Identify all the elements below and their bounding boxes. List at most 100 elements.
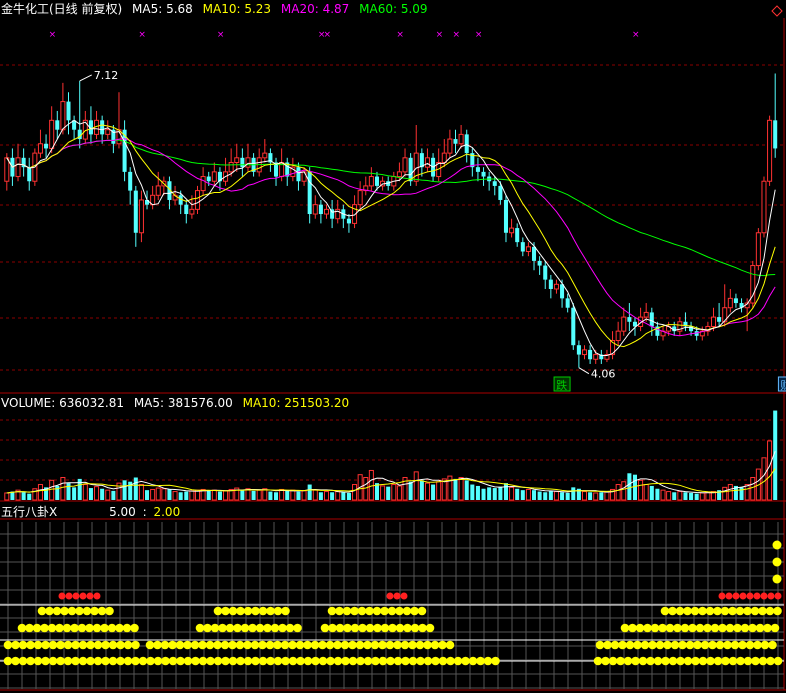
signal-marker: × bbox=[436, 30, 444, 40]
candle-body-up bbox=[424, 157, 430, 168]
indicator-dot-yellow bbox=[408, 656, 418, 666]
volume-bar-up bbox=[666, 491, 672, 501]
signal-marker: × bbox=[475, 30, 483, 40]
volume-panel-header: VOLUME: 636032.81 MA5: 381576.00 MA10: 2… bbox=[1, 396, 355, 410]
indicator-dot-yellow bbox=[105, 606, 114, 616]
signal-marker: × bbox=[324, 30, 332, 40]
volume-bar-down bbox=[346, 492, 351, 500]
indicator-dot-yellow bbox=[665, 623, 675, 633]
indicator-dot-yellow bbox=[380, 623, 390, 633]
candle-body-down bbox=[733, 298, 738, 304]
volume-bar-down bbox=[548, 490, 553, 500]
indicator-dot-yellow bbox=[343, 623, 352, 633]
indicator-dot-yellow bbox=[52, 606, 62, 616]
volume-bar-up bbox=[368, 469, 374, 501]
indicator-dot-yellow bbox=[328, 623, 337, 633]
indicator-dot-yellow bbox=[175, 640, 185, 650]
indicator-dot-yellow bbox=[476, 656, 485, 666]
indicator-dot-yellow bbox=[130, 623, 139, 633]
indicator-dot-yellow bbox=[356, 656, 365, 666]
volume-bar-up bbox=[553, 491, 559, 501]
indicator-dot-yellow bbox=[423, 656, 433, 666]
indicator-dot-yellow bbox=[115, 623, 124, 633]
indicator-dot-yellow bbox=[108, 640, 118, 650]
indicator-dot-yellow bbox=[228, 606, 238, 616]
indicator-dot-yellow bbox=[161, 656, 170, 666]
indicator-dot-yellow bbox=[683, 606, 692, 616]
indicator-dot-yellow bbox=[423, 640, 432, 650]
indicator-dot-yellow bbox=[385, 640, 395, 650]
indicator-dot-yellow bbox=[393, 656, 403, 666]
indicator-dot-yellow bbox=[738, 640, 747, 650]
indicator-dot-yellow bbox=[18, 640, 28, 650]
indicator-dot-yellow bbox=[745, 640, 755, 650]
candle-body-up bbox=[643, 311, 649, 318]
indicator-dot-yellow bbox=[703, 623, 712, 633]
indicator-dot-yellow bbox=[635, 623, 645, 633]
indicator-dot-yellow bbox=[348, 656, 358, 666]
indicator-dot-yellow bbox=[380, 606, 389, 616]
indicator-dot-yellow bbox=[685, 640, 695, 650]
candle-body-down bbox=[548, 279, 553, 289]
indicator-dot-yellow bbox=[160, 640, 170, 650]
indicator-dot-yellow bbox=[658, 623, 667, 633]
signal-marker: × bbox=[217, 30, 225, 40]
volume-bar-up bbox=[94, 486, 100, 501]
indicator-dot-yellow bbox=[720, 606, 730, 616]
indicator-dot-red bbox=[72, 592, 80, 600]
volume-bar-up bbox=[49, 479, 55, 501]
indicator-dot-yellow bbox=[107, 623, 117, 633]
indicator-dot-yellow bbox=[48, 656, 58, 666]
candle-body-down bbox=[296, 167, 301, 182]
indicator-dot-yellow bbox=[650, 623, 660, 633]
indicator-dot-yellow bbox=[122, 623, 132, 633]
indicator-dot-yellow bbox=[101, 640, 110, 650]
indicator-dot-yellow bbox=[288, 656, 298, 666]
indicator-dot-yellow bbox=[228, 656, 238, 666]
candle-body-up bbox=[155, 185, 161, 196]
indicator-dot-yellow bbox=[693, 640, 702, 650]
volume-bar-up bbox=[352, 484, 358, 501]
indicator-dot-red bbox=[753, 592, 761, 600]
candle-body-down bbox=[464, 134, 469, 154]
indicator-dot-yellow bbox=[221, 606, 230, 616]
indicator-dot-yellow bbox=[40, 623, 49, 633]
candle-body-up bbox=[761, 180, 767, 234]
indicator-dot-yellow bbox=[266, 656, 275, 666]
indicator-dot-yellow bbox=[365, 623, 375, 633]
indicator-dot-red bbox=[65, 592, 73, 600]
indicator-dot-yellow bbox=[378, 656, 388, 666]
volume-bar-down bbox=[21, 492, 26, 500]
indicator-dot-yellow bbox=[640, 640, 650, 650]
volume-bar-down bbox=[475, 485, 480, 500]
indicator-dot-yellow bbox=[243, 656, 253, 666]
main-panel-header: 金牛化工(日线 前复权) MA5: 5.68 MA10: 5.23 MA20: … bbox=[1, 2, 434, 16]
indicator-dot-yellow bbox=[213, 640, 222, 650]
indicator-sep: : bbox=[142, 505, 147, 519]
volume-bar-down bbox=[543, 492, 548, 500]
indicator-dot-yellow bbox=[751, 656, 760, 666]
volume-bar-up bbox=[4, 492, 10, 501]
indicator-dot-yellow bbox=[190, 640, 200, 650]
volume-bar-down bbox=[178, 492, 183, 500]
candle-body-up bbox=[234, 157, 240, 163]
indicator-dot-yellow bbox=[735, 606, 745, 616]
indicator-dot-yellow bbox=[358, 623, 367, 633]
indicator-dot-yellow bbox=[228, 640, 237, 650]
volume-bar-down bbox=[689, 492, 694, 500]
candle-body-up bbox=[301, 171, 307, 182]
volume-bar-up bbox=[509, 486, 515, 501]
volume-bar-down bbox=[515, 488, 520, 500]
volume-bar-down bbox=[145, 490, 150, 500]
indicator-dot-yellow bbox=[676, 656, 685, 666]
candle-body-down bbox=[346, 218, 351, 224]
candle-body-up bbox=[15, 157, 21, 178]
indicator-dot-yellow bbox=[370, 640, 380, 650]
indicator-dot-yellow bbox=[348, 640, 357, 650]
high-arrow bbox=[79, 74, 92, 82]
indicator-dot-yellow bbox=[33, 640, 43, 650]
indicator-dot-yellow bbox=[93, 656, 103, 666]
chart-canvas[interactable]: 7.124.06××××××××××跌财涨 bbox=[0, 0, 786, 693]
volume-bar-up bbox=[363, 477, 369, 501]
indicator-dot-yellow bbox=[633, 640, 642, 650]
